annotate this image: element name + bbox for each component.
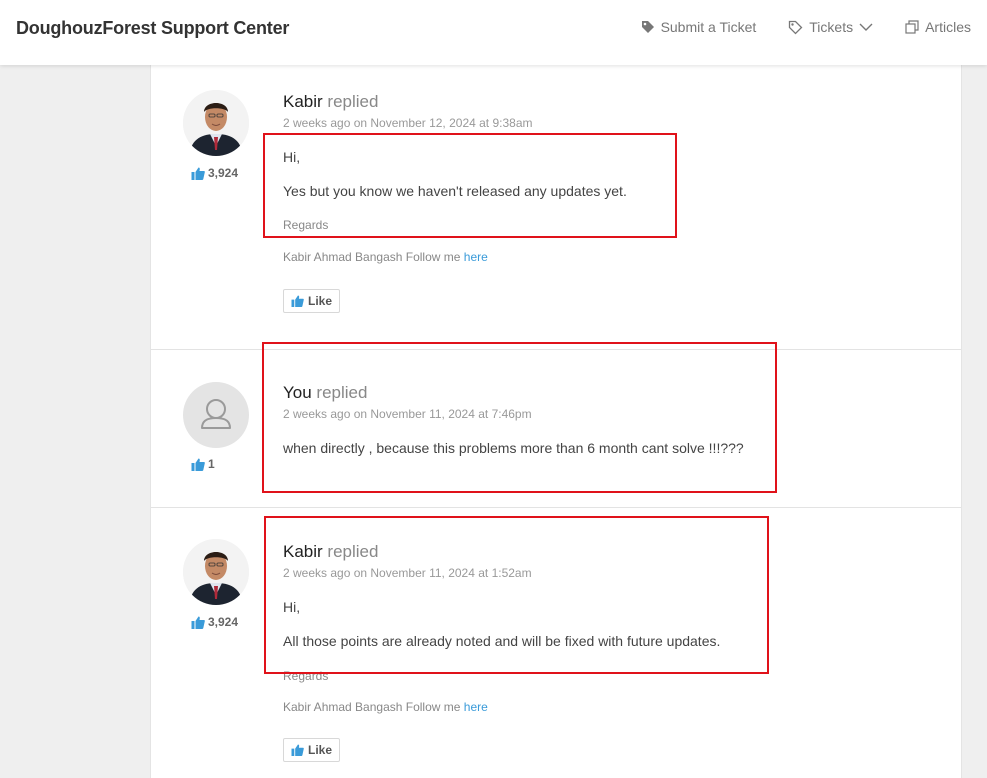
likes-value: 3,924: [208, 166, 239, 180]
reply-author: Kabir replied: [283, 92, 378, 112]
like-button[interactable]: Like: [283, 289, 340, 313]
signature-link[interactable]: here: [464, 700, 488, 714]
likes-count: 3,924: [191, 166, 238, 180]
nav-submit-ticket[interactable]: Submit a Ticket: [641, 19, 757, 35]
signature-link[interactable]: here: [464, 250, 488, 264]
reply-item: 1 You replied 2 weeks ago on November 11…: [151, 350, 961, 507]
nav-submit-ticket-label: Submit a Ticket: [660, 19, 757, 35]
avatar: [183, 539, 249, 605]
avatar: [183, 382, 249, 448]
like-button-label: Like: [307, 294, 332, 308]
site-brand[interactable]: DoughouzForest Support Center: [16, 18, 289, 39]
reply-verb: replied: [327, 92, 379, 111]
likes-value: 3,924: [208, 615, 239, 629]
signature-text: Kabir Ahmad Bangash Follow me: [283, 250, 461, 264]
nav-articles[interactable]: Articles: [905, 19, 971, 35]
thumbs-up-icon: [291, 295, 304, 307]
reply-line: when directly , because this problems mo…: [283, 440, 744, 456]
user-placeholder-icon: [201, 399, 231, 429]
like-button-label: Like: [307, 743, 332, 757]
thumbs-up-icon: [191, 167, 205, 180]
chevron-down-icon: [859, 23, 873, 31]
reply-line: Yes but you know we haven't released any…: [283, 183, 627, 199]
signature: Kabir Ahmad Bangash Follow me here: [283, 700, 488, 714]
author-name: Kabir: [283, 542, 323, 561]
author-name: You: [283, 383, 312, 402]
regards-text: Regards: [283, 669, 329, 683]
reply-item: 3,924 Kabir replied 2 weeks ago on Novem…: [151, 508, 961, 778]
reply-line: Hi,: [283, 599, 301, 615]
tag-icon: [641, 21, 654, 33]
like-button[interactable]: Like: [283, 738, 340, 762]
avatar: [183, 90, 249, 156]
likes-value: 1: [208, 457, 215, 471]
nav-articles-label: Articles: [925, 19, 971, 35]
tag-outline-icon: [789, 20, 803, 34]
main-nav: Submit a Ticket Tickets Articles: [609, 19, 971, 35]
reply-line: All those points are already noted and w…: [283, 633, 721, 649]
person-avatar-image: [183, 539, 249, 605]
reply-author: You replied: [283, 383, 367, 403]
nav-tickets-label: Tickets: [809, 19, 854, 35]
reply-item: 3,924 Kabir replied 2 weeks ago on Novem…: [151, 65, 961, 349]
signature-text: Kabir Ahmad Bangash Follow me: [283, 700, 461, 714]
reply-line: Hi,: [283, 149, 301, 165]
thumbs-up-icon: [291, 744, 304, 756]
likes-count: 3,924: [191, 615, 238, 629]
person-avatar-image: [183, 90, 249, 156]
replies-panel: 3,924 Kabir replied 2 weeks ago on Novem…: [150, 65, 962, 778]
reply-author: Kabir replied: [283, 542, 378, 562]
reply-verb: replied: [316, 383, 368, 402]
author-name: Kabir: [283, 92, 323, 111]
nav-tickets[interactable]: Tickets: [788, 19, 873, 35]
thumbs-up-icon: [191, 458, 205, 471]
regards-text: Regards: [283, 218, 329, 232]
signature: Kabir Ahmad Bangash Follow me here: [283, 250, 488, 264]
thumbs-up-icon: [191, 616, 205, 629]
copy-icon: [905, 20, 919, 34]
reply-timestamp: 2 weeks ago on November 12, 2024 at 9:38…: [283, 116, 533, 130]
reply-timestamp: 2 weeks ago on November 11, 2024 at 7:46…: [283, 407, 532, 421]
reply-timestamp: 2 weeks ago on November 11, 2024 at 1:52…: [283, 566, 532, 580]
reply-verb: replied: [327, 542, 379, 561]
top-navbar: DoughouzForest Support Center Submit a T…: [0, 0, 987, 65]
likes-count: 1: [191, 457, 215, 471]
